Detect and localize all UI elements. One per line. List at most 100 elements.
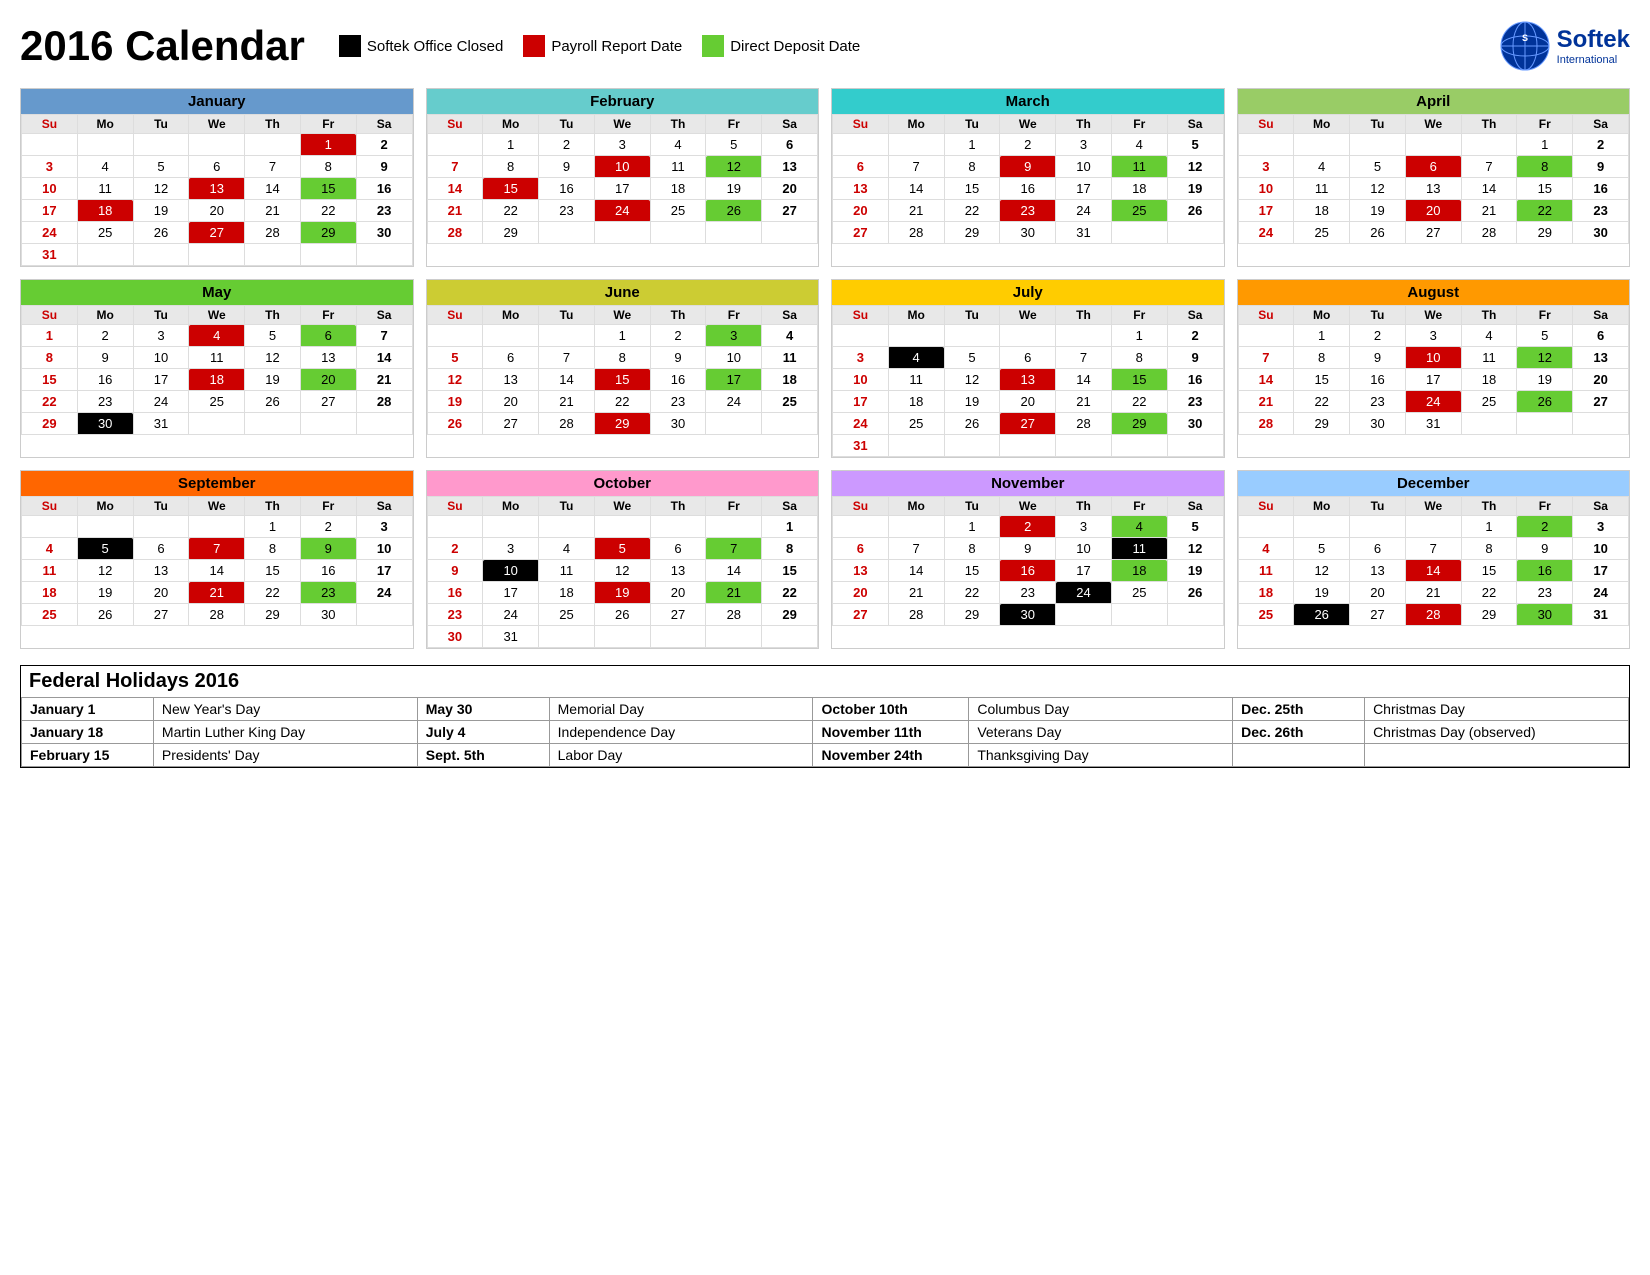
- cal-day: 31: [133, 413, 189, 435]
- cal-day: 22: [1517, 200, 1573, 222]
- cal-day: 3: [833, 347, 889, 369]
- cal-day: 1: [300, 134, 356, 156]
- day-header-Tu: Tu: [1350, 497, 1406, 516]
- cal-day: 7: [245, 156, 301, 178]
- day-header-Fr: Fr: [1517, 306, 1573, 325]
- cal-day: 31: [22, 244, 78, 266]
- cal-day: 5: [1350, 156, 1406, 178]
- cal-day: 14: [539, 369, 595, 391]
- cal-day: 10: [133, 347, 189, 369]
- cal-day: [1350, 516, 1406, 538]
- cal-day: [245, 413, 301, 435]
- cal-day: 14: [356, 347, 412, 369]
- cal-day: 18: [650, 178, 706, 200]
- cal-day: [594, 626, 650, 648]
- cal-day: [189, 413, 245, 435]
- cal-day: 7: [189, 538, 245, 560]
- cal-day: 14: [1056, 369, 1112, 391]
- cal-day: 13: [833, 178, 889, 200]
- cal-day: 8: [483, 156, 539, 178]
- cal-day: 15: [944, 178, 1000, 200]
- cal-day: [300, 244, 356, 266]
- cal-day: [22, 516, 78, 538]
- legend-closed-box: [339, 35, 361, 57]
- cal-day: [189, 134, 245, 156]
- cal-day: 29: [944, 222, 1000, 244]
- cal-day: [356, 244, 412, 266]
- cal-day: 22: [1461, 582, 1517, 604]
- cal-day: [1517, 413, 1573, 435]
- cal-day: 15: [483, 178, 539, 200]
- cal-day: 20: [833, 200, 889, 222]
- cal-day: 27: [833, 222, 889, 244]
- cal-table-august: SuMoTuWeThFrSa12345678910111213141516171…: [1238, 305, 1630, 435]
- cal-day: 30: [427, 626, 483, 648]
- day-header-Su: Su: [427, 497, 483, 516]
- cal-day: 16: [1573, 178, 1629, 200]
- day-header-Mo: Mo: [888, 306, 944, 325]
- cal-day: 1: [245, 516, 301, 538]
- day-header-Fr: Fr: [300, 115, 356, 134]
- cal-day: 15: [1517, 178, 1573, 200]
- cal-day: 21: [189, 582, 245, 604]
- day-header-Mo: Mo: [483, 306, 539, 325]
- month-header-september: September: [21, 471, 413, 496]
- holiday-name: Labor Day: [549, 744, 813, 767]
- cal-day: 6: [1000, 347, 1056, 369]
- cal-day: 25: [650, 200, 706, 222]
- cal-day: 30: [356, 222, 412, 244]
- cal-day: 1: [483, 134, 539, 156]
- cal-day: 3: [483, 538, 539, 560]
- cal-day: 18: [888, 391, 944, 413]
- cal-day: 16: [356, 178, 412, 200]
- month-march: MarchSuMoTuWeThFrSa123456789101112131415…: [831, 88, 1225, 267]
- cal-day: 30: [1573, 222, 1629, 244]
- day-header-Sa: Sa: [356, 115, 412, 134]
- cal-day: 1: [594, 325, 650, 347]
- day-header-We: We: [594, 306, 650, 325]
- cal-day: 20: [650, 582, 706, 604]
- cal-day: 12: [1167, 538, 1223, 560]
- day-header-Sa: Sa: [762, 115, 818, 134]
- cal-day: 31: [1405, 413, 1461, 435]
- cal-day: 15: [762, 560, 818, 582]
- cal-day: 1: [944, 516, 1000, 538]
- holiday-name: Christmas Day (observed): [1365, 721, 1629, 744]
- cal-day: [133, 244, 189, 266]
- holiday-date: January 18: [22, 721, 154, 744]
- cal-day: 7: [1056, 347, 1112, 369]
- cal-table-april: SuMoTuWeThFrSa12345678910111213141516171…: [1238, 114, 1630, 244]
- month-header-april: April: [1238, 89, 1630, 114]
- softek-name: Softek: [1557, 26, 1630, 54]
- cal-day: [1573, 413, 1629, 435]
- cal-day: 20: [1000, 391, 1056, 413]
- cal-table-november: SuMoTuWeThFrSa12345678910111213141516171…: [832, 496, 1224, 626]
- cal-day: 12: [1294, 560, 1350, 582]
- cal-day: 29: [594, 413, 650, 435]
- cal-day: [189, 516, 245, 538]
- cal-day: 20: [1573, 369, 1629, 391]
- cal-day: 2: [356, 134, 412, 156]
- cal-day: 5: [594, 538, 650, 560]
- day-header-Fr: Fr: [706, 306, 762, 325]
- cal-day: 22: [1294, 391, 1350, 413]
- cal-day: 12: [1167, 156, 1223, 178]
- day-header-Sa: Sa: [762, 306, 818, 325]
- cal-table-january: SuMoTuWeThFrSa12345678910111213141516171…: [21, 114, 413, 266]
- cal-day: 13: [1573, 347, 1629, 369]
- day-header-Sa: Sa: [762, 497, 818, 516]
- cal-day: 4: [1294, 156, 1350, 178]
- cal-day: 8: [944, 538, 1000, 560]
- day-header-Fr: Fr: [1517, 497, 1573, 516]
- cal-day: 11: [762, 347, 818, 369]
- cal-day: 11: [650, 156, 706, 178]
- cal-day: 2: [1350, 325, 1406, 347]
- cal-day: 13: [300, 347, 356, 369]
- day-header-Sa: Sa: [356, 497, 412, 516]
- cal-day: 12: [1517, 347, 1573, 369]
- cal-day: 14: [427, 178, 483, 200]
- day-header-Sa: Sa: [1573, 497, 1629, 516]
- cal-day: 21: [539, 391, 595, 413]
- cal-day: 6: [833, 156, 889, 178]
- cal-day: 2: [1000, 134, 1056, 156]
